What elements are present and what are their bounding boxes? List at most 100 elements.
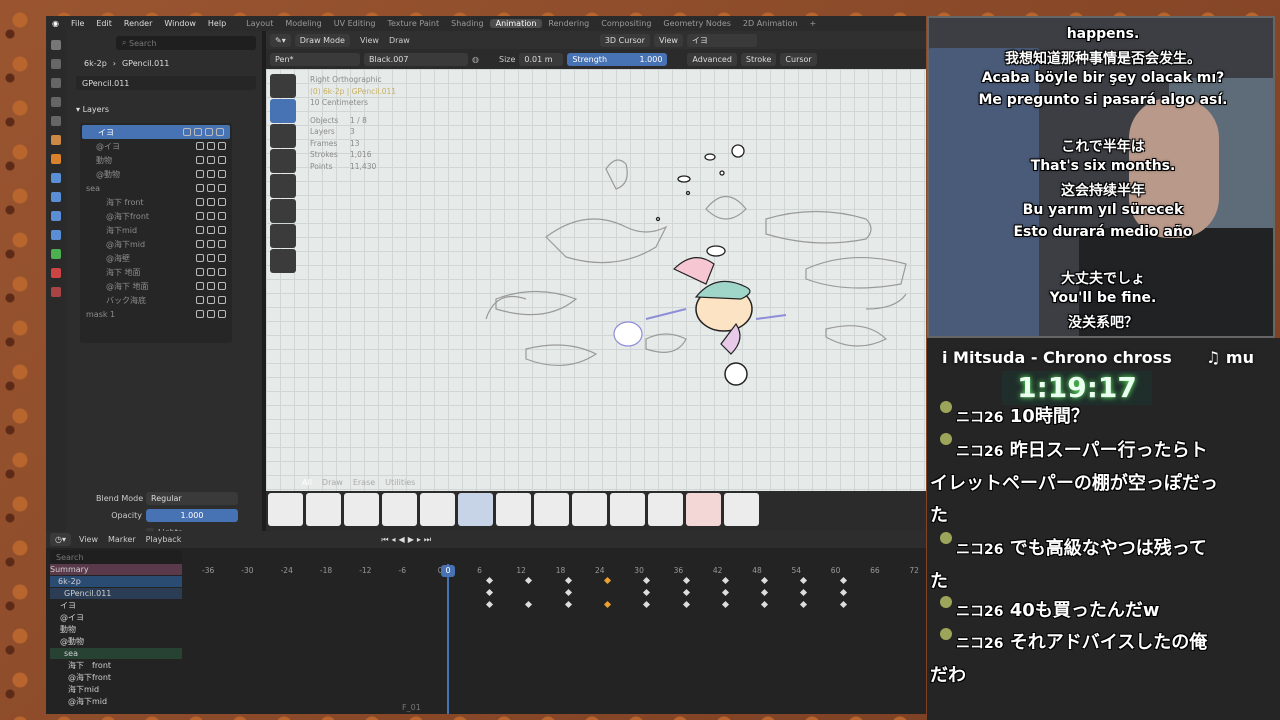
menu-playback[interactable]: Playback xyxy=(146,535,182,544)
channel-layer[interactable]: @動物 xyxy=(50,636,84,647)
tool-tab-icon[interactable] xyxy=(51,40,61,50)
playhead[interactable] xyxy=(447,564,449,714)
tab-shading[interactable]: Shading xyxy=(445,19,490,28)
brush-thumbnail[interactable] xyxy=(686,493,721,526)
material-tab-icon[interactable] xyxy=(51,268,61,278)
tab-2d-animation[interactable]: 2D Animation xyxy=(737,19,804,28)
layer-group-item[interactable]: sea xyxy=(80,181,232,195)
opacity-slider[interactable]: 1.000 xyxy=(146,508,238,522)
brush-tab-all[interactable]: All xyxy=(302,478,312,490)
cursor-select[interactable]: 3D Cursor xyxy=(599,33,650,47)
playback-controls[interactable]: ⏮◂◀▶▸⏭ xyxy=(381,535,434,545)
brush-thumbnail[interactable] xyxy=(268,493,303,526)
constraint-tab-icon[interactable] xyxy=(51,230,61,240)
brush-thumbnail[interactable] xyxy=(534,493,569,526)
strength-slider[interactable]: Strength 1.000 xyxy=(567,52,668,66)
gpencil-data-tab-icon[interactable] xyxy=(51,249,61,259)
brush-thumbnail[interactable] xyxy=(344,493,379,526)
brush-thumbnail-selected[interactable] xyxy=(458,493,493,526)
channel-layer[interactable]: @海下mid xyxy=(50,696,107,707)
gpencil-datablock-field[interactable]: GPencil.011 xyxy=(76,76,256,90)
brush-tab-draw[interactable]: Draw xyxy=(322,478,343,490)
brush-thumbnail[interactable] xyxy=(382,493,417,526)
brush-thumbnail[interactable] xyxy=(306,493,341,526)
menu-draw[interactable]: Draw xyxy=(389,36,410,45)
draw-tool-icon[interactable] xyxy=(270,99,296,123)
menu-help[interactable]: Help xyxy=(202,19,232,28)
tab-compositing[interactable]: Compositing xyxy=(595,19,657,28)
world-tab-icon[interactable] xyxy=(51,135,61,145)
tab-geometry-nodes[interactable]: Geometry Nodes xyxy=(657,19,736,28)
blender-logo-icon[interactable]: ◉ xyxy=(46,19,65,28)
layer-item[interactable]: mask 1 xyxy=(80,307,232,321)
channel-layer[interactable]: 海下 front xyxy=(50,660,111,671)
tab-layout[interactable]: Layout xyxy=(240,19,279,28)
blend-mode-select[interactable]: Regular xyxy=(146,491,238,505)
add-workspace-icon[interactable]: + xyxy=(803,19,822,28)
erase-tool-icon[interactable] xyxy=(270,124,296,148)
properties-search[interactable]: ⌕ Search xyxy=(116,36,256,50)
tab-uv-editing[interactable]: UV Editing xyxy=(328,19,382,28)
channel-layer[interactable]: 動物 xyxy=(50,624,76,635)
curve-tool-icon[interactable] xyxy=(270,249,296,273)
layer-item[interactable]: 海下 front xyxy=(80,195,232,209)
brush-thumbnail[interactable] xyxy=(610,493,645,526)
effects-tab-icon[interactable] xyxy=(51,192,61,202)
menu-window[interactable]: Window xyxy=(158,19,202,28)
data-name-label[interactable]: GPencil.011 xyxy=(122,59,169,68)
layer-item[interactable]: @動物 xyxy=(80,167,232,181)
material-select[interactable]: Black.007 xyxy=(364,52,468,66)
channel-layer[interactable]: イヨ xyxy=(50,600,76,611)
object-tab-icon[interactable] xyxy=(51,154,61,164)
tint-tool-icon[interactable] xyxy=(270,199,296,223)
eyedropper-tool-icon[interactable] xyxy=(270,224,296,248)
tab-modeling[interactable]: Modeling xyxy=(279,19,327,28)
layer-item[interactable]: 海下 地面 xyxy=(80,265,232,279)
layer-item[interactable]: @海壁 xyxy=(80,251,232,265)
brush-thumbnail[interactable] xyxy=(496,493,531,526)
view-layer-tab-icon[interactable] xyxy=(51,97,61,107)
line-tool-icon[interactable] xyxy=(270,174,296,198)
current-frame-indicator[interactable]: 0 xyxy=(441,565,455,577)
channel-gpencil[interactable]: GPencil.011 xyxy=(50,588,182,599)
advanced-dropdown[interactable]: Advanced xyxy=(687,52,737,66)
menu-marker[interactable]: Marker xyxy=(108,535,136,544)
menu-file[interactable]: File xyxy=(65,19,90,28)
brush-tab-utilities[interactable]: Utilities xyxy=(385,478,415,490)
layer-item[interactable]: イヨ xyxy=(82,125,230,139)
cursor-dropdown[interactable]: Cursor xyxy=(780,52,817,66)
layer-item[interactable]: 海下mid xyxy=(80,223,232,237)
channel-summary[interactable]: Summary xyxy=(50,564,182,575)
layer-item[interactable]: バック海底 xyxy=(80,293,232,307)
brush-thumbnail[interactable] xyxy=(420,493,455,526)
layer-select[interactable]: イヨ xyxy=(686,33,757,47)
render-tab-icon[interactable] xyxy=(51,59,61,69)
texture-tab-icon[interactable] xyxy=(51,287,61,297)
channel-layer[interactable]: 海下mid xyxy=(50,684,99,695)
layer-item[interactable]: @海下front xyxy=(80,209,232,223)
stroke-dropdown[interactable]: Stroke xyxy=(740,52,777,66)
brush-select[interactable]: Pen* xyxy=(270,52,360,66)
menu-view[interactable]: View xyxy=(79,535,98,544)
menu-edit[interactable]: Edit xyxy=(90,19,118,28)
brush-thumbnail[interactable] xyxy=(648,493,683,526)
layer-item[interactable]: @イヨ xyxy=(80,139,232,153)
view-select[interactable]: View xyxy=(653,33,683,47)
mode-select[interactable]: Draw Mode xyxy=(294,33,350,47)
physics-tab-icon[interactable] xyxy=(51,211,61,221)
output-tab-icon[interactable] xyxy=(51,78,61,88)
tab-animation[interactable]: Animation xyxy=(489,19,543,28)
brush-thumbnail[interactable] xyxy=(572,493,607,526)
object-name[interactable]: 6k-2p xyxy=(84,59,107,68)
brush-thumbnail[interactable] xyxy=(724,493,759,526)
tab-texture-paint[interactable]: Texture Paint xyxy=(381,19,445,28)
layer-item[interactable]: @海下 地面 xyxy=(80,279,232,293)
brush-tab-erase[interactable]: Erase xyxy=(353,478,375,490)
scene-tab-icon[interactable] xyxy=(51,116,61,126)
modifier-tab-icon[interactable] xyxy=(51,173,61,183)
size-field[interactable]: 0.01 m xyxy=(519,52,564,66)
fill-tool-icon[interactable] xyxy=(270,149,296,173)
editor-type-icon[interactable]: ◷▾ xyxy=(50,533,71,546)
editor-type-icon[interactable]: ✎▾ xyxy=(270,33,291,47)
cursor-tool-icon[interactable] xyxy=(270,74,296,98)
